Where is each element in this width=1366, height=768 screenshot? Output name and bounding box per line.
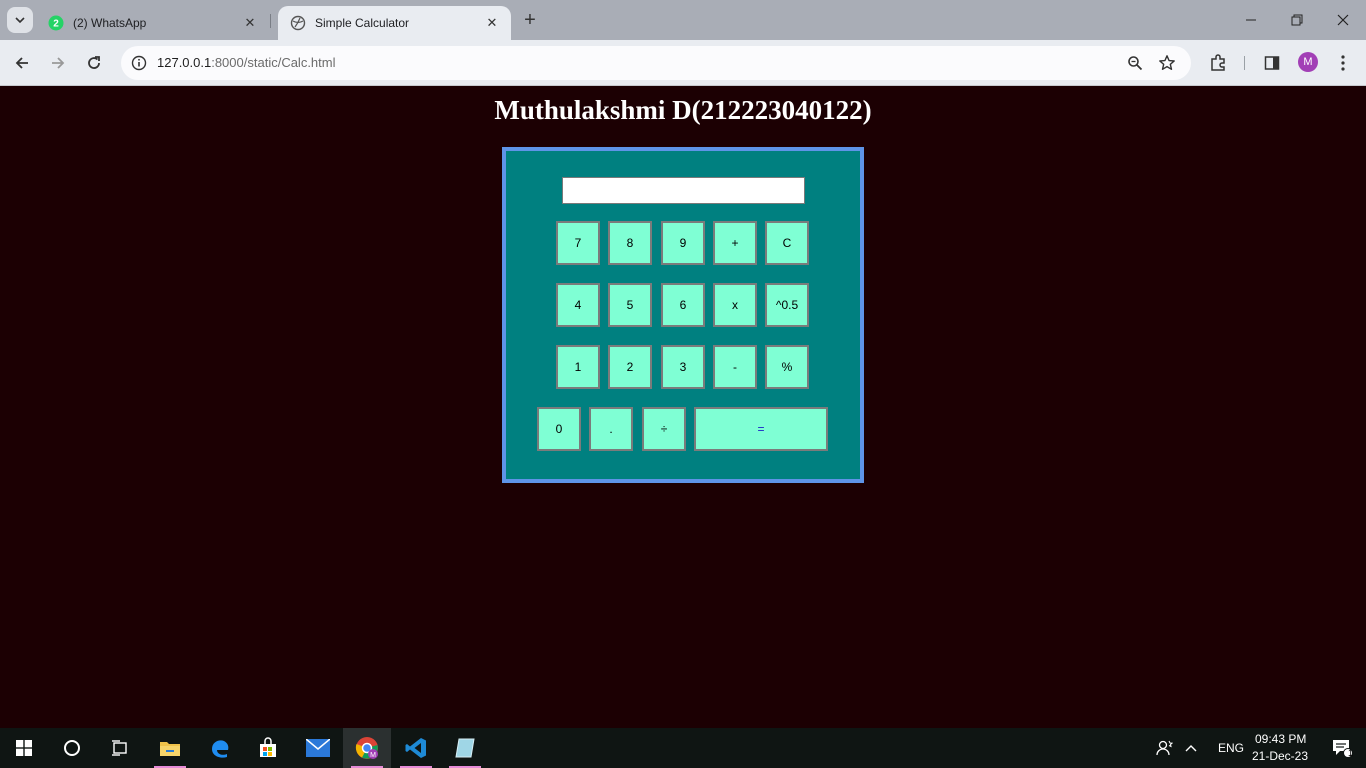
key-7[interactable]: 7 bbox=[556, 221, 600, 265]
notepad-icon bbox=[455, 738, 475, 758]
reload-button[interactable] bbox=[80, 49, 108, 77]
clock-time[interactable]: 09:43 PM bbox=[1255, 732, 1306, 746]
calculator-display[interactable] bbox=[562, 177, 805, 204]
side-panel-icon[interactable] bbox=[1261, 52, 1283, 74]
menu-kebab-icon[interactable] bbox=[1332, 52, 1354, 74]
key-decimal[interactable]: . bbox=[589, 407, 633, 451]
whatsapp-icon: 2 bbox=[48, 15, 64, 31]
key-multiply[interactable]: x bbox=[713, 283, 757, 327]
key-plus[interactable]: + bbox=[713, 221, 757, 265]
profile-avatar[interactable]: M bbox=[1298, 52, 1318, 72]
back-button[interactable] bbox=[8, 49, 36, 77]
key-divide[interactable]: ÷ bbox=[642, 407, 686, 451]
key-minus[interactable]: - bbox=[713, 345, 757, 389]
edge-button[interactable] bbox=[196, 728, 244, 768]
restore-button[interactable] bbox=[1274, 5, 1320, 35]
key-clear[interactable]: C bbox=[765, 221, 809, 265]
key-8[interactable]: 8 bbox=[608, 221, 652, 265]
url-text[interactable]: 127.0.0.1:8000/static/Calc.html bbox=[157, 55, 336, 70]
minimize-button[interactable] bbox=[1228, 5, 1274, 35]
key-equals[interactable]: = bbox=[694, 407, 828, 451]
mail-button[interactable] bbox=[294, 728, 342, 768]
edge-browser-icon bbox=[212, 740, 229, 758]
key-0[interactable]: 0 bbox=[537, 407, 581, 451]
site-info-icon[interactable] bbox=[129, 53, 149, 73]
people-icon bbox=[1156, 740, 1173, 756]
notepad-button[interactable] bbox=[441, 728, 489, 768]
store-bag-icon bbox=[260, 737, 276, 757]
vscode-icon bbox=[405, 738, 426, 758]
new-tab-button[interactable]: + bbox=[519, 9, 541, 31]
page-title: Muthulakshmi D(212223040122) bbox=[494, 95, 872, 125]
show-hidden-icons-button[interactable] bbox=[1176, 728, 1206, 768]
vscode-button[interactable] bbox=[392, 728, 440, 768]
forward-button[interactable] bbox=[44, 49, 72, 77]
action-center-button[interactable]: 1 bbox=[1318, 728, 1366, 768]
tab-divider bbox=[270, 14, 271, 28]
browser-toolbar: 127.0.0.1:8000/static/Calc.html M bbox=[0, 40, 1366, 86]
key-percent[interactable]: % bbox=[765, 345, 809, 389]
arrow-right-icon bbox=[52, 57, 65, 69]
globe-icon bbox=[290, 15, 306, 31]
calculator-panel: 7 8 9 + C 4 5 6 x ^0.5 1 2 3 - % 0 . ÷ = bbox=[502, 147, 864, 483]
store-button[interactable] bbox=[244, 728, 292, 768]
notification-count: 1 bbox=[1348, 748, 1354, 758]
close-tab-icon[interactable]: ✕ bbox=[483, 14, 501, 32]
cortana-circle-icon bbox=[64, 740, 80, 756]
minimize-icon bbox=[1246, 19, 1256, 21]
bookmark-star-icon[interactable] bbox=[1157, 53, 1177, 73]
tab-strip: 2 (2) WhatsApp ✕ Simple Calculator ✕ + bbox=[0, 0, 1366, 40]
url-path: :8000/static/Calc.html bbox=[211, 55, 336, 70]
svg-text:M: M bbox=[370, 752, 376, 759]
toolbar-divider bbox=[1244, 56, 1245, 70]
reload-icon bbox=[88, 56, 100, 69]
key-square-root[interactable]: ^0.5 bbox=[765, 283, 809, 327]
url-host: 127.0.0.1 bbox=[157, 55, 212, 70]
extensions-icon[interactable] bbox=[1207, 52, 1229, 74]
tab-simple-calculator[interactable]: Simple Calculator ✕ bbox=[278, 6, 511, 40]
arrow-left-icon bbox=[15, 57, 28, 69]
windows-taskbar: M ENG 09:43 PM 21-Dec-23 1 bbox=[0, 728, 1366, 768]
zoom-icon[interactable] bbox=[1125, 53, 1145, 73]
restore-icon bbox=[1291, 14, 1303, 26]
chevron-up-icon bbox=[1185, 745, 1197, 752]
key-6[interactable]: 6 bbox=[661, 283, 705, 327]
close-tab-icon[interactable]: ✕ bbox=[241, 14, 259, 32]
task-view-icon bbox=[112, 740, 127, 756]
key-4[interactable]: 4 bbox=[556, 283, 600, 327]
clock-date[interactable]: 21-Dec-23 bbox=[1252, 749, 1308, 763]
mail-envelope-icon bbox=[306, 739, 330, 757]
search-button[interactable] bbox=[48, 728, 96, 768]
tab-whatsapp[interactable]: 2 (2) WhatsApp ✕ bbox=[36, 6, 269, 40]
key-5[interactable]: 5 bbox=[608, 283, 652, 327]
key-1[interactable]: 1 bbox=[556, 345, 600, 389]
key-3[interactable]: 3 bbox=[661, 345, 705, 389]
file-explorer-button[interactable] bbox=[146, 728, 194, 768]
chrome-icon: M bbox=[355, 737, 378, 759]
close-icon bbox=[1337, 14, 1349, 26]
tab-search-button[interactable] bbox=[7, 7, 33, 33]
windows-logo-icon bbox=[16, 740, 32, 756]
chrome-button[interactable]: M bbox=[343, 728, 391, 768]
task-view-button[interactable] bbox=[96, 728, 144, 768]
chevron-down-icon bbox=[15, 17, 25, 24]
language-indicator[interactable]: ENG bbox=[1218, 741, 1244, 755]
folder-icon bbox=[160, 742, 180, 756]
key-9[interactable]: 9 bbox=[661, 221, 705, 265]
address-bar[interactable]: 127.0.0.1:8000/static/Calc.html bbox=[121, 46, 1191, 80]
tab-title: (2) WhatsApp bbox=[73, 16, 147, 30]
tab-title: Simple Calculator bbox=[315, 16, 410, 30]
start-button[interactable] bbox=[0, 728, 48, 768]
svg-text:2: 2 bbox=[53, 19, 59, 30]
close-window-button[interactable] bbox=[1320, 5, 1366, 35]
key-2[interactable]: 2 bbox=[608, 345, 652, 389]
